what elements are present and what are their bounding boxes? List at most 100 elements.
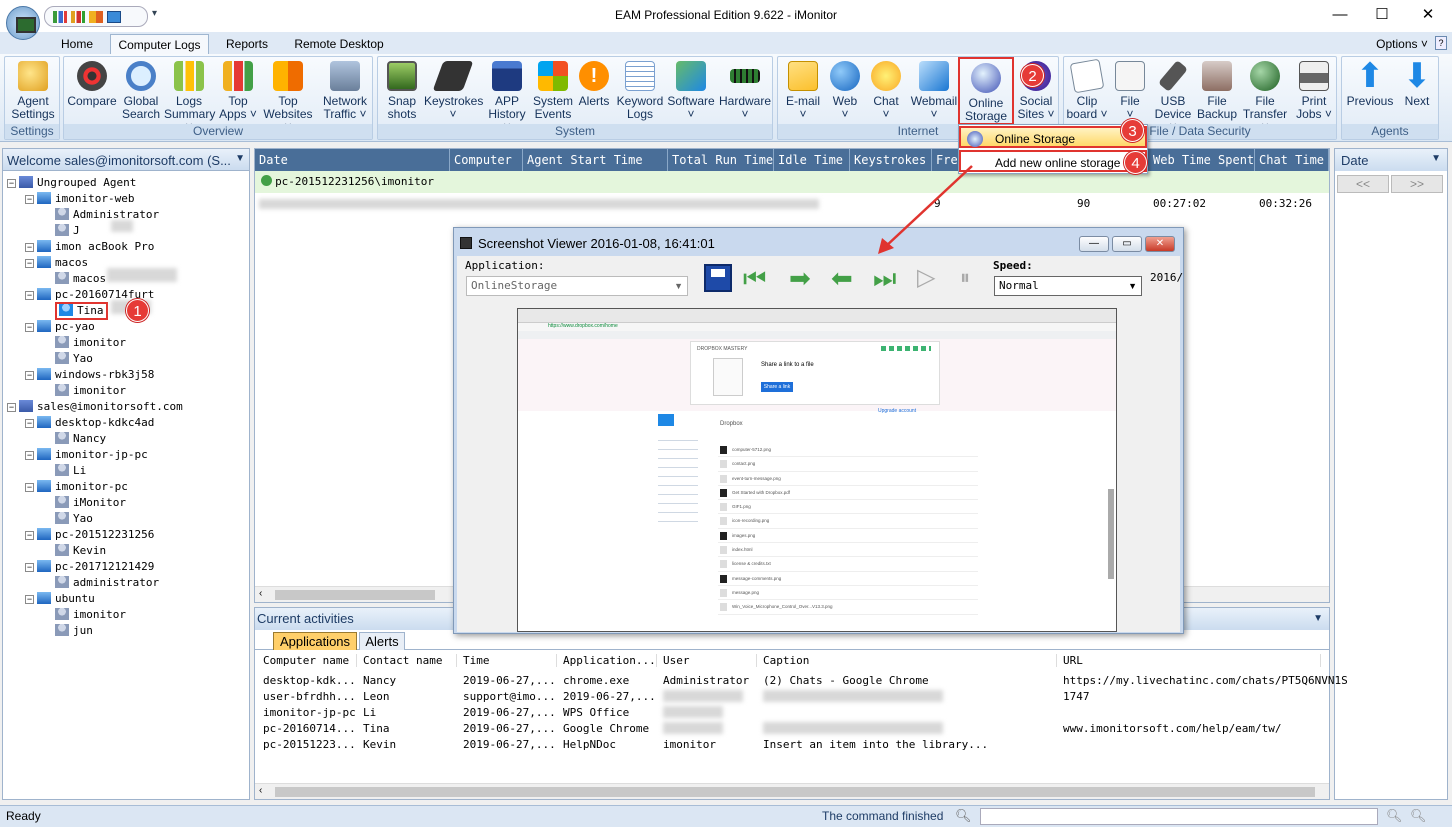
tree-node-user[interactable]: Tina <box>55 302 108 320</box>
tree-node-pc[interactable]: imonitor-web <box>37 191 134 207</box>
viewer-close-button[interactable]: ✕ <box>1145 236 1175 252</box>
tree-node-user[interactable]: Kevin <box>55 543 106 559</box>
tree-node-user[interactable]: administrator <box>55 575 159 591</box>
activity-column-header[interactable]: User <box>657 654 757 667</box>
tree-collapse-icon[interactable]: − <box>25 595 34 604</box>
tab-remote-desktop[interactable]: Remote Desktop <box>286 34 392 54</box>
tree-node-pc[interactable]: windows-rbk3j58 <box>37 367 154 383</box>
print-jobs-button[interactable]: Print Jobs ˅ <box>1292 61 1336 125</box>
pause-icon[interactable]: ⏸ <box>960 266 970 290</box>
logs-summary-button[interactable]: LogsSummary ˅ <box>164 61 215 134</box>
zoom-out-icon[interactable]: 🔍︎ <box>1410 808 1427 824</box>
tab-alerts[interactable]: Alerts <box>359 632 405 650</box>
col-computer[interactable]: Computer <box>450 149 523 171</box>
date-field[interactable]: 2016/ <box>1150 271 1183 284</box>
application-select[interactable]: OnlineStorage ▼ <box>466 276 688 296</box>
keyword-logs-button[interactable]: Keyword Logs <box>616 61 664 125</box>
system-events-button[interactable]: System Events <box>532 61 574 125</box>
tree-collapse-icon[interactable]: − <box>25 243 34 252</box>
activity-column-header[interactable]: Caption <box>757 654 1057 667</box>
chat-button[interactable]: Chat ˅ <box>866 61 906 125</box>
tree-collapse-icon[interactable]: − <box>25 323 34 332</box>
tree-collapse-icon[interactable]: − <box>25 531 34 540</box>
next-agent-button[interactable]: ⬇ Next <box>1396 59 1438 125</box>
alerts-button[interactable]: ! Alerts <box>576 61 612 125</box>
help-icon[interactable]: ? <box>1435 36 1447 50</box>
activity-column-header[interactable]: URL <box>1057 654 1321 667</box>
tree-collapse-icon[interactable]: − <box>7 179 16 188</box>
tab-applications[interactable]: Applications <box>273 632 357 650</box>
tree-node-user[interactable]: Nancy <box>55 431 106 447</box>
viewer-minimize-button[interactable]: — <box>1079 236 1109 252</box>
last-frame-icon[interactable]: ⏭ <box>873 264 896 292</box>
tree-node-pc[interactable]: macos <box>37 255 88 271</box>
panel-dropdown-icon[interactable]: ▼ <box>235 153 245 164</box>
tree-node-pc[interactable]: pc-201712121429 <box>37 559 154 575</box>
tree-node-user[interactable]: Li <box>55 463 86 479</box>
tree-collapse-icon[interactable]: − <box>25 291 34 300</box>
col-date[interactable]: Date <box>255 149 450 171</box>
tree-node-user[interactable]: jun <box>55 623 93 639</box>
tree-node-user[interactable]: macos <box>55 271 106 287</box>
snapshots-button[interactable]: Snap shots <box>380 61 424 125</box>
webmail-button[interactable]: Webmail ˅ <box>908 61 960 125</box>
file-backup-button[interactable]: File Backup <box>1196 61 1238 125</box>
tree-collapse-icon[interactable]: − <box>25 259 34 268</box>
tree-node-user[interactable]: imonitor <box>55 607 126 623</box>
top-websites-button[interactable]: TopWebsites ˅ <box>262 61 314 134</box>
col-web-time-spent[interactable]: Web Time Spent <box>1149 149 1255 171</box>
tree-node-pc[interactable]: desktop-kdkc4ad <box>37 415 154 431</box>
table-row[interactable]: 9 90 00:27:02 00:32:26 <box>255 193 1329 215</box>
tree-node-user[interactable]: Administrator <box>55 207 159 223</box>
tree-node-pc[interactable]: imonitor-pc <box>37 479 128 495</box>
keystrokes-button[interactable]: Keystrokes ˅ <box>424 61 483 125</box>
tree-collapse-icon[interactable]: − <box>25 371 34 380</box>
file-button[interactable]: File ˅ <box>1110 61 1150 125</box>
tab-home[interactable]: Home <box>50 34 104 54</box>
col-agent-start-time[interactable]: Agent Start Time <box>523 149 668 171</box>
usb-device-button[interactable]: USBDevice ˅ <box>1152 60 1194 134</box>
app-menu-icon[interactable] <box>6 6 40 40</box>
activity-column-header[interactable]: Contact name <box>357 654 457 667</box>
tree-node-user[interactable]: Yao <box>55 511 93 527</box>
web-button[interactable]: Web ˅ <box>826 61 864 125</box>
tree-node-group[interactable]: sales@imonitorsoft.com <box>19 399 183 415</box>
activities-scrollbar[interactable]: ‹ <box>255 783 1329 799</box>
expand-icon[interactable] <box>261 175 272 186</box>
play-icon[interactable]: ▷ <box>917 264 935 292</box>
online-storage-button[interactable]: OnlineStorage ˅ <box>958 57 1014 136</box>
activities-dropdown-icon[interactable]: ▼ <box>1313 608 1323 630</box>
col-idle-time[interactable]: Idle Time <box>774 149 850 171</box>
menu-item-add-online-storage[interactable]: Add new online storage <box>959 150 1147 172</box>
tree-node-pc[interactable]: imonitor-jp-pc <box>37 447 148 463</box>
top-apps-button[interactable]: Top Apps ˅ <box>216 61 260 125</box>
tree-node-user[interactable]: J <box>55 223 80 239</box>
date-dropdown-icon[interactable]: ▼ <box>1431 153 1441 164</box>
group-row[interactable]: pc-201512231256\imonitor <box>255 171 1329 193</box>
menu-item-online-storage[interactable]: Online Storage <box>959 126 1147 148</box>
tree-collapse-icon[interactable]: − <box>7 403 16 412</box>
tree-node-pc[interactable]: pc-yao <box>37 319 95 335</box>
search-icon[interactable]: 🔍︎ <box>955 808 972 824</box>
network-traffic-button[interactable]: Network Traffic ˅ <box>318 61 372 125</box>
save-icon[interactable] <box>704 264 732 292</box>
next-date-button[interactable]: >> <box>1391 175 1443 193</box>
zoom-icon[interactable]: 🔍︎ <box>1386 808 1403 824</box>
tree-node-user[interactable]: imonitor <box>55 383 126 399</box>
previous-agent-button[interactable]: ⬆ Previous <box>1344 59 1396 125</box>
tab-computer-logs[interactable]: Computer Logs <box>110 34 209 54</box>
hardware-button[interactable]: Hardware ˅ <box>718 61 772 125</box>
agent-settings-button[interactable]: Agent Settings <box>7 61 59 125</box>
tree-collapse-icon[interactable]: − <box>25 563 34 572</box>
app-history-button[interactable]: APPHistory ˅ <box>484 61 530 134</box>
activity-column-header[interactable]: Computer name <box>257 654 357 667</box>
tree-node-user[interactable]: imonitor <box>55 335 126 351</box>
tree-collapse-icon[interactable]: − <box>25 451 34 460</box>
col-total-run-time[interactable]: Total Run Time <box>668 149 774 171</box>
speed-select[interactable]: Normal ▼ <box>994 276 1142 296</box>
software-button[interactable]: Software ˅ <box>666 61 716 125</box>
email-button[interactable]: E-mail ˅ <box>780 61 826 125</box>
viewer-maximize-button[interactable]: ▭ <box>1112 236 1142 252</box>
tree-collapse-icon[interactable]: − <box>25 483 34 492</box>
clipboard-button[interactable]: Clip board ˅ <box>1066 58 1108 125</box>
